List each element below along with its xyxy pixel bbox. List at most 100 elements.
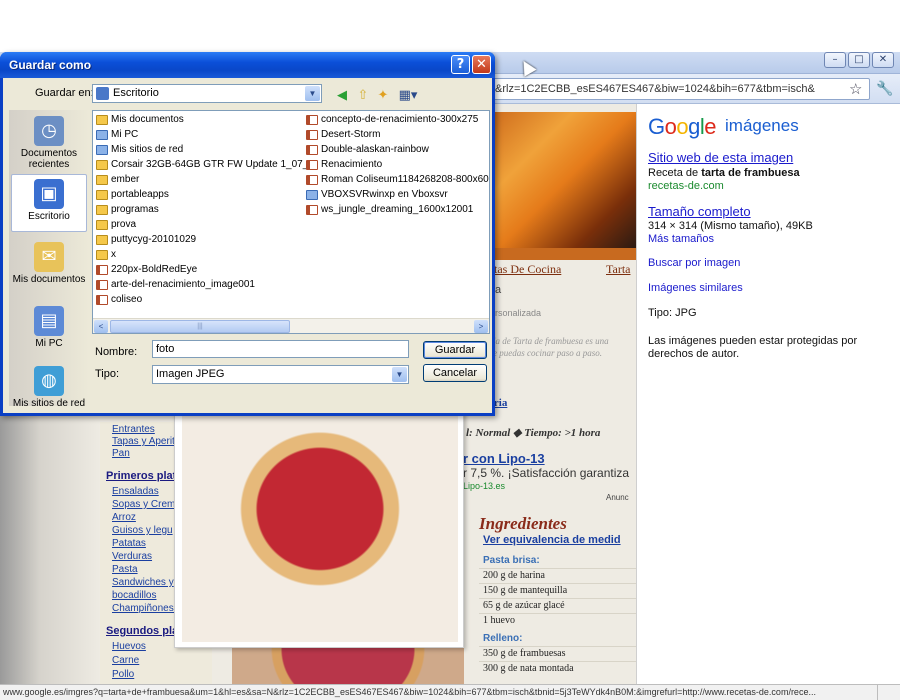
up-folder-icon[interactable]: ⇧ bbox=[355, 88, 371, 104]
menu-item[interactable]: Carne bbox=[112, 655, 139, 666]
menu-heading-primeros[interactable]: Primeros plat bbox=[106, 470, 176, 482]
place-recent[interactable]: ◷ Documentos recientes bbox=[11, 112, 87, 170]
file-list-item[interactable]: Renacimiento bbox=[306, 158, 382, 172]
maximize-button[interactable]: □ bbox=[848, 52, 870, 68]
menu-item[interactable]: Pasta bbox=[112, 564, 138, 575]
file-list-item[interactable]: puttycyg-20101029 bbox=[96, 233, 196, 247]
file-list-item[interactable]: portableapps bbox=[96, 188, 169, 202]
folder-icon bbox=[96, 250, 108, 260]
menu-item[interactable]: bocadillos bbox=[112, 590, 156, 601]
file-list-item[interactable]: coliseo bbox=[96, 293, 142, 307]
file-list-item[interactable]: Mis documentos bbox=[96, 113, 184, 127]
scroll-thumb[interactable]: ||| bbox=[110, 320, 290, 333]
file-list-item[interactable]: Corsair 32GB-64GB GTR FW Update 1_07_2 bbox=[96, 158, 314, 172]
file-list-item[interactable]: ws_jungle_dreaming_1600x12001 bbox=[306, 203, 473, 217]
file-list-item[interactable]: x bbox=[96, 248, 116, 262]
chevron-down-icon[interactable]: ▼ bbox=[392, 367, 407, 382]
help-icon[interactable]: ? bbox=[451, 55, 470, 74]
menu-item[interactable]: Entrantes bbox=[112, 424, 155, 435]
menu-item[interactable]: Tapas y Aperit bbox=[112, 436, 175, 447]
ad-link[interactable]: r con Lipo-13 bbox=[463, 451, 545, 466]
menu-item[interactable]: Pan bbox=[112, 448, 130, 459]
logo-letter: o bbox=[664, 114, 677, 139]
place-desktop[interactable]: ▣ Escritorio bbox=[11, 174, 87, 232]
file-list-item[interactable]: Mis sitios de red bbox=[96, 143, 183, 157]
horizontal-scrollbar[interactable]: < ||| > bbox=[93, 318, 489, 333]
filename-input[interactable]: foto bbox=[152, 340, 409, 358]
nav-link-tarta[interactable]: Tarta bbox=[606, 262, 630, 277]
name-label: Nombre: bbox=[95, 346, 138, 358]
file-list-item[interactable]: Mi PC bbox=[96, 128, 138, 142]
file-list-item[interactable]: 220px-BoldRedEye bbox=[96, 263, 197, 277]
close-window-button[interactable]: ✕ bbox=[872, 52, 894, 68]
ingredient-row: 350 g de frambuesas bbox=[479, 646, 636, 661]
file-list[interactable]: Mis documentos Mi PC Mis sitios de red Cors… bbox=[92, 110, 490, 334]
file-list-item[interactable]: concepto-de-renacimiento-300x275 bbox=[306, 113, 478, 127]
full-size-link[interactable]: Tamaño completo bbox=[648, 204, 751, 219]
place-my-documents[interactable]: ✉ Mis documentos bbox=[11, 238, 87, 286]
file-type-dropdown[interactable]: Imagen JPEG ▼ bbox=[152, 365, 409, 384]
personalizada-text: ersonalizada bbox=[490, 308, 542, 318]
back-icon[interactable]: ◀ bbox=[334, 88, 350, 104]
relleno-heading: Relleno: bbox=[483, 633, 523, 644]
save-in-dropdown[interactable]: Escritorio ▼ bbox=[92, 84, 322, 103]
file-list-item[interactable]: Desert-Storm bbox=[306, 128, 380, 142]
new-folder-icon[interactable]: ✦ bbox=[375, 88, 391, 104]
file-name: Mi PC bbox=[111, 129, 139, 140]
file-name: Roman Coliseum1184268208-800x600 bbox=[321, 174, 490, 185]
file-name: ws_jungle_dreaming_1600x12001 bbox=[321, 204, 474, 215]
wrench-icon[interactable]: 🔧 bbox=[876, 80, 893, 97]
search-by-image-link[interactable]: Buscar por imagen bbox=[648, 257, 740, 269]
logo-letter: o bbox=[676, 114, 689, 139]
place-my-pc[interactable]: ▤ Mi PC bbox=[11, 302, 87, 349]
more-sizes-link[interactable]: Más tamaños bbox=[648, 233, 714, 245]
image-file-icon bbox=[306, 130, 318, 140]
menu-item[interactable]: Sandwiches y bbox=[112, 577, 174, 588]
menu-item[interactable]: Ensaladas bbox=[112, 486, 159, 497]
places-bar: ◷ Documentos recientes ▣ Escritorio ✉ Mi… bbox=[9, 110, 89, 409]
nav-link-recetas[interactable]: tas De Cocina bbox=[494, 262, 561, 277]
file-list-item[interactable]: prova bbox=[96, 218, 136, 232]
menu-item[interactable]: Verduras bbox=[112, 551, 152, 562]
image-dimensions: 314 × 314 (Mismo tamaño), 49KB bbox=[648, 220, 813, 232]
folder-icon: ✉ bbox=[34, 242, 64, 272]
similar-images-link[interactable]: Imágenes similares bbox=[648, 282, 743, 294]
measure-equivalence-link[interactable]: Ver equivalencia de medid bbox=[483, 534, 621, 546]
tart-photo-thumbnail[interactable] bbox=[174, 392, 464, 648]
ad-url[interactable]: Lipo-13.es bbox=[463, 481, 505, 491]
file-name: ember bbox=[111, 174, 140, 185]
file-name: Mis sitios de red bbox=[111, 144, 184, 155]
file-name: arte-del-renacimiento_image001 bbox=[111, 279, 255, 290]
menu-item[interactable]: Huevos bbox=[112, 641, 146, 652]
star-icon[interactable]: ☆ bbox=[849, 80, 862, 98]
file-list-item[interactable]: Double-alaskan-rainbow bbox=[306, 143, 429, 157]
file-list-item[interactable]: programas bbox=[96, 203, 159, 217]
file-name: programas bbox=[111, 204, 159, 215]
scroll-left-button[interactable]: < bbox=[94, 320, 108, 333]
menu-item[interactable]: Guisos y legu bbox=[112, 525, 173, 536]
minimize-button[interactable]: – bbox=[824, 52, 846, 68]
view-menu-icon[interactable]: ▦▾ bbox=[396, 88, 420, 104]
menu-item[interactable]: Pollo bbox=[112, 669, 134, 680]
file-list-item[interactable]: ember bbox=[96, 173, 139, 187]
recipe-meta: l: Normal ◆ Tiempo: >1 hora bbox=[466, 427, 601, 439]
menu-item[interactable]: Patatas bbox=[112, 538, 146, 549]
site-link[interactable]: Sitio web de esta imagen bbox=[648, 150, 793, 165]
place-my-documents-label: Mis documentos bbox=[12, 274, 86, 285]
dialog-titlebar[interactable]: Guardar como ? ✕ bbox=[0, 52, 495, 78]
file-list-item[interactable]: VBOXSVRwinxp en Vboxsvr bbox=[306, 188, 448, 202]
file-list-item[interactable]: Roman Coliseum1184268208-800x600 bbox=[306, 173, 490, 187]
address-bar[interactable]: &rlz=1C2ECBB_esES467ES467&biw=1024&bih=6… bbox=[488, 78, 870, 100]
cancel-button[interactable]: Cancelar bbox=[423, 364, 487, 382]
place-network[interactable]: ◍ Mis sitios de red bbox=[11, 362, 87, 409]
image-file-icon bbox=[96, 265, 108, 275]
menu-item[interactable]: Sopas y Crem bbox=[112, 499, 175, 510]
file-name: Corsair 32GB-64GB GTR FW Update 1_07_2 bbox=[111, 159, 314, 170]
close-icon[interactable]: ✕ bbox=[472, 55, 491, 74]
intro-line-1: la de Tarta de frambuesa es una bbox=[493, 336, 609, 346]
save-button[interactable]: Guardar bbox=[423, 341, 487, 359]
chevron-down-icon[interactable]: ▼ bbox=[305, 86, 320, 101]
file-list-item[interactable]: arte-del-renacimiento_image001 bbox=[96, 278, 255, 292]
scroll-right-button[interactable]: > bbox=[474, 320, 488, 333]
menu-item[interactable]: Arroz bbox=[112, 512, 136, 523]
